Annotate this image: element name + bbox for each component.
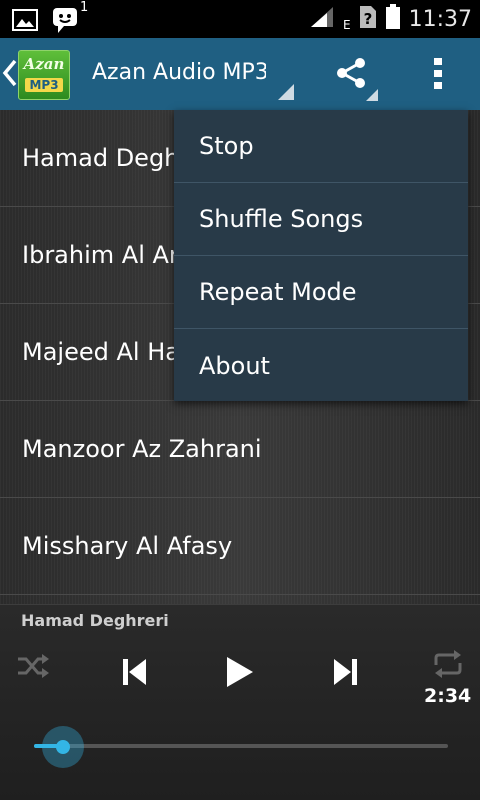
next-icon[interactable]	[332, 657, 358, 691]
list-item[interactable]: Misshary Al Afasy	[0, 498, 480, 595]
notification-count: 1	[80, 0, 89, 15]
now-playing-title: Hamad Deghreri	[21, 611, 169, 630]
action-bar: Azan MP3 Azan Audio MP3	[0, 38, 480, 112]
back-chevron-icon[interactable]	[2, 58, 18, 92]
signal-icon	[309, 5, 335, 33]
previous-icon[interactable]	[122, 657, 148, 691]
spinner-triangle-icon	[278, 84, 294, 104]
logo-text-bottom: MP3	[25, 78, 63, 92]
player-panel: Hamad Deghreri 2:34	[0, 604, 480, 800]
menu-item-stop[interactable]: Stop	[174, 110, 468, 183]
play-icon[interactable]	[225, 655, 255, 693]
battery-icon	[385, 4, 401, 34]
list-item[interactable]: Manzoor Az Zahrani	[0, 401, 480, 498]
menu-item-label: Shuffle Songs	[199, 205, 364, 233]
repeat-icon[interactable]	[432, 649, 464, 683]
logo-text-top: Azan	[23, 55, 65, 73]
menu-item-shuffle-songs[interactable]: Shuffle Songs	[174, 183, 468, 256]
menu-item-about[interactable]: About	[174, 329, 468, 402]
song-title: Manzoor Az Zahrani	[22, 435, 262, 463]
song-title: Misshary Al Afasy	[22, 532, 233, 560]
menu-item-label: Stop	[199, 132, 254, 160]
svg-text:?: ?	[363, 10, 372, 28]
elapsed-time: 2:34	[424, 685, 472, 707]
app-logo[interactable]: Azan MP3	[18, 50, 70, 100]
image-icon	[12, 9, 38, 35]
overflow-menu-icon[interactable]	[432, 56, 444, 94]
seek-thumb[interactable]	[42, 726, 84, 768]
shuffle-icon[interactable]	[16, 653, 50, 683]
data-e-icon: E	[343, 18, 351, 32]
seek-bar[interactable]	[34, 744, 448, 748]
app-title[interactable]: Azan Audio MP3	[92, 60, 266, 90]
status-bar: 1 E ? 11:37	[0, 0, 480, 38]
sim-unknown-icon: ?	[359, 5, 377, 33]
menu-item-label: About	[199, 351, 270, 380]
chat-bubble-icon: 1	[52, 0, 88, 38]
menu-item-label: Repeat Mode	[199, 278, 357, 306]
share-triangle-icon	[366, 86, 378, 105]
clock: 11:37	[408, 6, 472, 32]
screen: 1 E ? 11:37 Azan MP3 Azan Audio MP3 Hama…	[0, 0, 480, 800]
overflow-menu: Stop Shuffle Songs Repeat Mode About	[174, 110, 468, 401]
menu-item-repeat-mode[interactable]: Repeat Mode	[174, 256, 468, 329]
share-icon[interactable]	[334, 56, 368, 94]
